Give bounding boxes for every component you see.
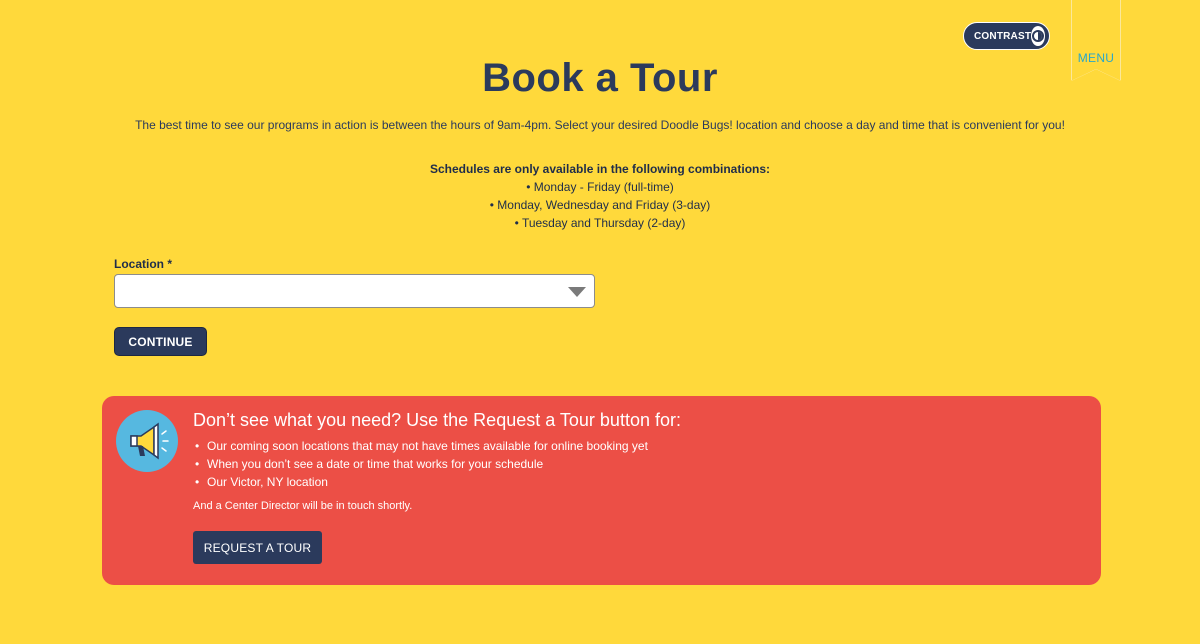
continue-button[interactable]: CONTINUE	[114, 327, 207, 356]
contrast-toggle-button[interactable]: CONTRAST	[963, 22, 1050, 50]
contrast-label: CONTRAST	[974, 30, 1032, 42]
promo-footnote: And a Center Director will be in touch s…	[193, 500, 413, 512]
schedule-item: • Monday, Wednesday and Friday (3-day)	[489, 198, 711, 212]
megaphone-icon	[116, 410, 178, 472]
schedule-heading: Schedules are only available in the foll…	[429, 162, 771, 176]
request-tour-panel: Don’t see what you need? Use the Request…	[102, 396, 1101, 585]
promo-list-item: When you don’t see a date or time that w…	[195, 455, 648, 473]
location-select[interactable]	[114, 274, 595, 308]
schedule-info: Schedules are only available in the foll…	[0, 160, 1200, 232]
promo-list: Our coming soon locations that may not h…	[195, 437, 648, 491]
promo-title: Don’t see what you need? Use the Request…	[193, 410, 681, 430]
page-title: Book a Tour	[482, 56, 718, 100]
request-tour-button[interactable]: REQUEST A TOUR	[193, 531, 322, 564]
schedule-item: • Monday - Friday (full-time)	[526, 180, 674, 194]
contrast-icon	[1031, 26, 1045, 46]
intro-text: The best time to see our programs in act…	[135, 118, 1065, 132]
promo-list-item: Our Victor, NY location	[195, 473, 648, 491]
location-label: Location *	[114, 257, 173, 271]
promo-list-item: Our coming soon locations that may not h…	[195, 437, 648, 455]
chevron-down-icon	[568, 287, 586, 297]
schedule-item: • Tuesday and Thursday (2-day)	[514, 216, 686, 230]
